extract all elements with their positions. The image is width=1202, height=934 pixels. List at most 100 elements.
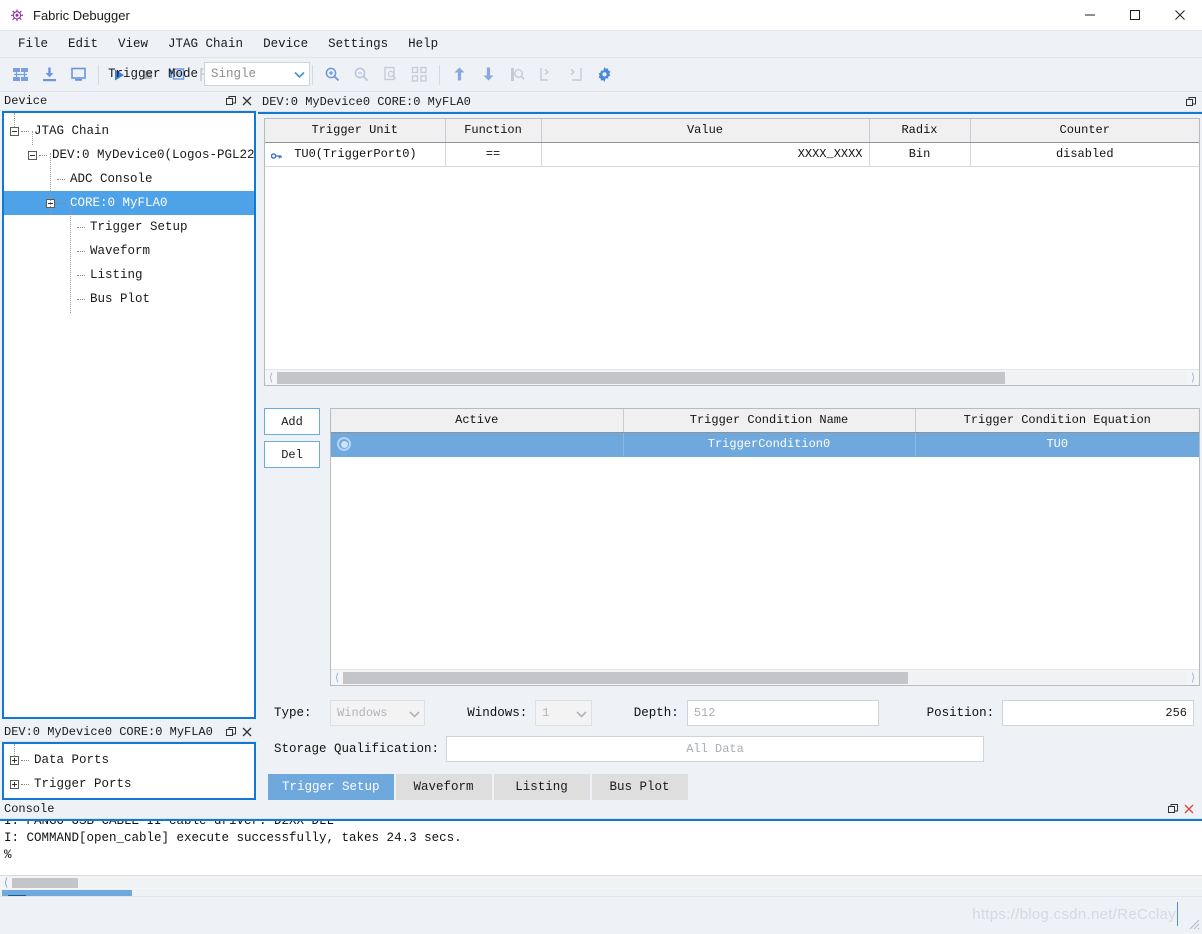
menu-edit[interactable]: Edit [58, 34, 108, 54]
tree-item-jtag-chain[interactable]: JTAG Chain [4, 119, 254, 143]
table-header-row: Trigger Unit Function Value Radix Counte… [265, 119, 1199, 143]
status-bar: https://blog.csdn.net/ReCclay [0, 896, 1202, 932]
table-empty-area [265, 166, 1199, 369]
col-value[interactable]: Value [541, 119, 870, 143]
tree-connector [77, 298, 85, 300]
tab-waveform[interactable]: Waveform [395, 774, 492, 800]
scroll-thumb[interactable] [277, 371, 1005, 384]
tree-item-listing[interactable]: Listing [4, 263, 254, 287]
collapse-toggle-icon[interactable] [10, 126, 19, 136]
col-condition-name[interactable]: Trigger Condition Name [623, 409, 916, 433]
scroll-left-icon[interactable]: ⟨ [265, 371, 277, 385]
insert-after-icon[interactable] [563, 62, 588, 87]
close-panel-icon[interactable] [242, 727, 252, 737]
menu-device[interactable]: Device [253, 34, 318, 54]
tree-guide [14, 113, 15, 127]
position-input[interactable]: 256 [1002, 700, 1195, 726]
close-button[interactable] [1157, 0, 1202, 31]
cell-radix[interactable]: Bin [869, 142, 971, 167]
menu-help[interactable]: Help [398, 34, 448, 54]
monitor-icon[interactable] [66, 62, 91, 87]
scroll-left-icon[interactable]: ⟨ [331, 671, 343, 685]
download-icon[interactable] [37, 62, 62, 87]
table-row[interactable]: TU0(TriggerPort0) == XXXX_XXXX Bin disab… [265, 142, 1199, 167]
scroll-right-icon[interactable]: ⟩ [1187, 371, 1199, 385]
zoom-selection-icon[interactable] [407, 62, 432, 87]
close-panel-icon[interactable] [1184, 804, 1194, 814]
menu-settings[interactable]: Settings [318, 34, 398, 54]
tab-trigger-setup[interactable]: Trigger Setup [268, 774, 394, 800]
float-panel-icon[interactable] [1168, 804, 1178, 814]
storage-qualification-input[interactable]: All Data [446, 736, 984, 762]
scroll-track[interactable] [343, 671, 1187, 684]
tree-item-waveform[interactable]: Waveform [4, 239, 254, 263]
col-function[interactable]: Function [445, 119, 542, 143]
console-hscrollbar[interactable]: ⟨ [0, 876, 1202, 889]
scroll-left-icon[interactable]: ⟨ [0, 876, 12, 889]
expand-toggle-icon[interactable] [10, 755, 19, 765]
zoom-fit-page-icon[interactable] [378, 62, 403, 87]
menu-file[interactable]: File [8, 34, 58, 54]
tree-connector [21, 783, 29, 785]
tree-item-device0[interactable]: DEV:0 MyDevice0(Logos-PGL22G) [4, 143, 254, 167]
cell-counter[interactable]: disabled [970, 142, 1199, 167]
windows-select[interactable]: 1 [535, 700, 592, 726]
cell-value[interactable]: XXXX_XXXX [541, 142, 870, 167]
menu-jtag-chain[interactable]: JTAG Chain [158, 34, 253, 54]
float-panel-icon[interactable] [226, 96, 236, 106]
console-output[interactable]: I: PANGO USB CABLE II cable driver: D2XX… [0, 819, 1202, 876]
tree-item-label: Trigger Ports [34, 777, 132, 791]
find-icon[interactable] [505, 62, 530, 87]
scroll-thumb[interactable] [12, 877, 78, 888]
float-panel-icon[interactable] [1186, 96, 1196, 107]
scroll-thumb[interactable] [343, 671, 909, 684]
cell-trigger-unit[interactable]: TU0(TriggerPort0) [265, 142, 446, 167]
active-radio-button[interactable] [337, 437, 351, 451]
tree-item-bus-plot[interactable]: Bus Plot [4, 287, 254, 311]
scan-chain-icon[interactable] [8, 62, 33, 87]
col-counter[interactable]: Counter [970, 119, 1199, 143]
cell-function[interactable]: == [445, 142, 542, 167]
zoom-in-icon[interactable] [320, 62, 345, 87]
float-panel-icon[interactable] [226, 727, 236, 737]
trigger-mode-select[interactable]: Single [204, 62, 311, 86]
resize-grip-icon[interactable] [1186, 916, 1200, 930]
cell-condition-equation[interactable]: TU0 [915, 432, 1199, 457]
tree-item-adc-console[interactable]: ADC Console [4, 167, 254, 191]
col-condition-equation[interactable]: Trigger Condition Equation [915, 409, 1199, 433]
tab-listing[interactable]: Listing [493, 774, 590, 800]
form-row-primary: Type: Windows Windows: 1 Depth: 512 Posi… [274, 698, 1195, 728]
zoom-out-icon[interactable] [349, 62, 374, 87]
tree-item-trigger-ports[interactable]: Trigger Ports [4, 772, 254, 796]
tree-item-trigger-setup[interactable]: Trigger Setup [4, 215, 254, 239]
collapse-toggle-icon[interactable] [28, 150, 37, 160]
minimize-button[interactable] [1067, 0, 1112, 31]
depth-input[interactable]: 512 [686, 700, 879, 726]
tree-item-data-ports[interactable]: Data Ports [4, 748, 254, 772]
maximize-button[interactable] [1112, 0, 1157, 31]
add-button[interactable]: Add [264, 408, 320, 435]
toolbar-separator [439, 64, 440, 85]
cell-active[interactable] [331, 432, 624, 457]
col-trigger-unit[interactable]: Trigger Unit [265, 119, 446, 143]
trigger-unit-hscrollbar[interactable]: ⟨ ⟩ [265, 369, 1199, 385]
scroll-track[interactable] [277, 371, 1187, 384]
type-select[interactable]: Windows [330, 700, 426, 726]
gear-icon[interactable] [592, 62, 617, 87]
move-down-icon[interactable] [476, 62, 501, 87]
tree-item-core0-myfla0[interactable]: CORE:0 MyFLA0 [4, 191, 254, 215]
move-up-icon[interactable] [447, 62, 472, 87]
menu-view[interactable]: View [108, 34, 158, 54]
cell-condition-name[interactable]: TriggerCondition0 [623, 432, 916, 457]
condition-hscrollbar[interactable]: ⟨ ⟩ [331, 669, 1199, 685]
col-active[interactable]: Active [331, 409, 624, 433]
close-panel-icon[interactable] [242, 96, 252, 106]
del-button[interactable]: Del [264, 441, 320, 468]
tab-bus-plot[interactable]: Bus Plot [591, 774, 688, 800]
insert-before-icon[interactable] [534, 62, 559, 87]
table-row[interactable]: TriggerCondition0 TU0 [331, 432, 1199, 457]
expand-toggle-icon[interactable] [10, 779, 19, 789]
scroll-right-icon[interactable]: ⟩ [1187, 671, 1199, 685]
scroll-track[interactable] [12, 877, 1202, 888]
col-radix[interactable]: Radix [869, 119, 971, 143]
